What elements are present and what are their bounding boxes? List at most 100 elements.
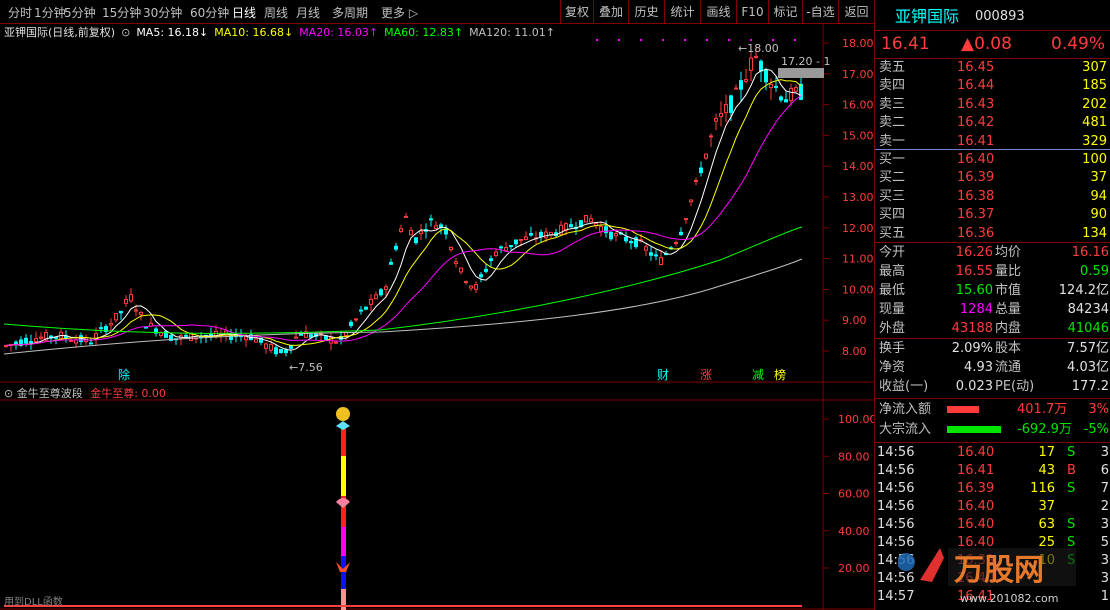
stat-label: 流通	[995, 360, 1022, 375]
heart-icon	[336, 498, 350, 508]
svg-text:万股网: 万股网	[954, 553, 1044, 588]
quote-row: 现量 1284 总量 84234	[875, 301, 1110, 319]
order-price: 16.45	[957, 60, 995, 75]
flow-row: 净流入额 401.7万 3%	[875, 401, 1110, 419]
candle	[489, 255, 493, 267]
sell-order-row[interactable]: 卖四 16.44 185	[875, 77, 1110, 95]
candle	[369, 293, 373, 312]
ma120-line	[3, 258, 803, 355]
order-volume: 94	[1090, 188, 1107, 204]
toolbar-button[interactable]: -自选	[802, 0, 838, 24]
tick-direction: S	[1067, 445, 1076, 460]
quote-label: 均价	[995, 245, 1022, 260]
candle	[734, 84, 738, 90]
order-level-label: 卖一	[879, 133, 906, 149]
buy-order-row[interactable]: 买二 16.39 37	[875, 169, 1110, 187]
period-tab[interactable]: 日线	[232, 4, 256, 21]
sell-order-row[interactable]: 卖三 16.43 202	[875, 96, 1110, 114]
price-axis-label: 17.00	[842, 68, 874, 81]
event-marker[interactable]: 除	[118, 367, 130, 382]
candle	[129, 288, 133, 303]
toolbar-button[interactable]: 画线	[700, 0, 736, 24]
period-tab[interactable]: 30分钟	[143, 4, 182, 21]
period-tab[interactable]: 5分钟	[64, 4, 96, 21]
quote-label: 市值	[995, 283, 1022, 298]
period-tab[interactable]: 多周期	[332, 4, 368, 21]
toolbar-button[interactable]: 历史	[628, 0, 664, 24]
candle	[459, 267, 463, 275]
candle	[689, 199, 693, 207]
stat-label: 换手	[879, 341, 906, 356]
candle	[784, 91, 788, 103]
order-level-label: 卖二	[879, 115, 906, 131]
buy-order-row[interactable]: 买四 16.37 90	[875, 206, 1110, 224]
candle	[609, 231, 613, 242]
flow-bar	[947, 406, 979, 413]
candle	[719, 101, 723, 127]
candle	[504, 241, 508, 252]
high-annotation: ←18.00	[738, 42, 779, 55]
ma20-line	[5, 95, 802, 346]
toolbar-button[interactable]: 标记	[768, 0, 802, 24]
bow-icon	[336, 421, 350, 430]
price-summary: 16.41 ▲0.08 0.49%	[875, 32, 1110, 56]
signal-dot	[794, 39, 796, 41]
candle	[124, 295, 128, 307]
event-marker[interactable]: 减	[752, 368, 764, 382]
candle	[669, 245, 673, 250]
candle	[724, 94, 728, 123]
indicator-axis-label: 20.00	[838, 562, 870, 575]
indicator-axis-label: 60.00	[838, 488, 870, 501]
signal-dot	[706, 39, 708, 41]
toolbar-button[interactable]: 叠加	[593, 0, 628, 24]
indicator-settings-icon[interactable]: ⊙	[4, 387, 13, 400]
sell-order-row[interactable]: 卖五 16.45 307	[875, 59, 1110, 77]
order-price: 16.43	[957, 96, 995, 112]
indicator-name[interactable]: 金牛至尊波段	[17, 387, 83, 400]
order-level-label: 买四	[879, 207, 906, 223]
order-level-label: 买二	[879, 170, 906, 186]
candle	[644, 242, 648, 257]
toolbar-button[interactable]: 统计	[664, 0, 700, 24]
quote-label: 内盘	[995, 321, 1022, 336]
toolbar-button[interactable]: 复权	[560, 0, 593, 24]
quote-label: 量比	[995, 264, 1022, 279]
tick-direction: B	[1067, 463, 1076, 478]
candle	[294, 330, 298, 339]
buy-order-row[interactable]: 买五 16.36 134	[875, 225, 1110, 243]
period-tab[interactable]: 15分钟	[102, 4, 141, 21]
candle	[464, 280, 468, 285]
event-marker[interactable]: 榜	[774, 367, 786, 382]
kline-chart[interactable]: 18.00 17.00 16.00 15.00 14.00 13.00 12.00 11.00…	[0, 24, 874, 610]
period-tab[interactable]: 周线	[264, 4, 288, 21]
tick-row: 14:56 16.40 37 2	[875, 498, 1110, 516]
candle	[424, 223, 428, 239]
flow-row: 大宗流入 -692.9万 -5%	[875, 421, 1110, 439]
period-tab[interactable]: 分时	[8, 4, 32, 21]
quote-label: 最高	[879, 264, 906, 279]
period-tab[interactable]: 1分钟	[34, 4, 66, 21]
buy-order-row[interactable]: 买一 16.40 100	[875, 151, 1110, 169]
toolbar-button[interactable]: F10	[736, 0, 768, 24]
quote-value: 1284	[959, 302, 993, 317]
price-change-pct: 0.49%	[1051, 34, 1106, 54]
period-tab[interactable]: 月线	[296, 4, 320, 21]
candle	[449, 246, 453, 252]
last-annotation: 17.20 - 1	[781, 55, 830, 68]
sell-order-row[interactable]: 卖一 16.41 329	[875, 133, 1110, 151]
tick-count: 2	[1100, 499, 1109, 514]
period-tab[interactable]: 更多 ▷	[381, 4, 418, 21]
event-marker[interactable]: 涨	[700, 367, 712, 382]
order-volume: 90	[1090, 207, 1107, 223]
sell-order-row[interactable]: 卖二 16.42 481	[875, 114, 1110, 132]
buy-order-row[interactable]: 买三 16.38 94	[875, 188, 1110, 206]
candle	[659, 250, 663, 266]
quote-row: 最低 15.60 市值 124.2亿	[875, 282, 1110, 300]
stat-value: 0.023	[955, 379, 993, 394]
signal-dot	[684, 39, 686, 41]
quote-panel: 亚钾国际 000893 16.41 ▲0.08 0.49% 卖五 16.45 307…	[874, 0, 1110, 610]
toolbar-button[interactable]: 返回	[838, 0, 874, 24]
candle	[714, 113, 718, 131]
event-marker[interactable]: 财	[657, 368, 669, 382]
period-tab[interactable]: 60分钟	[190, 4, 229, 21]
